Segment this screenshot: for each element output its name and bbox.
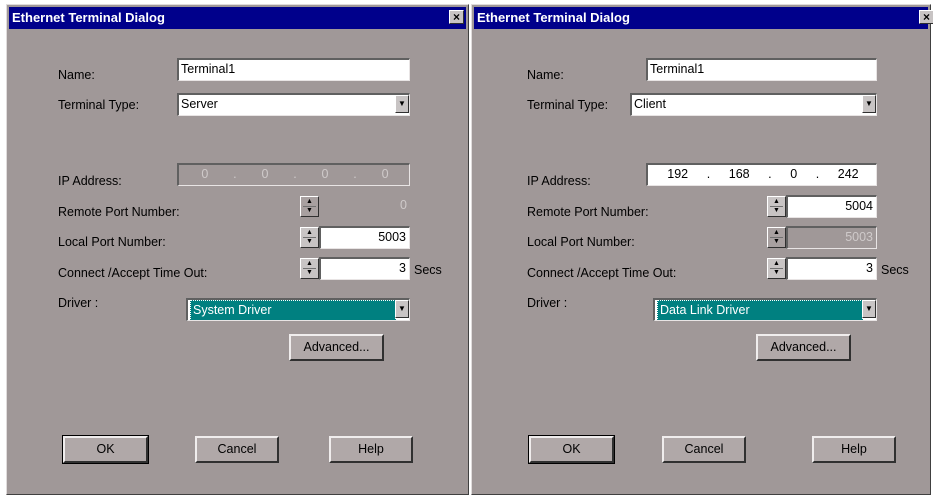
advanced-button[interactable]: Advanced... [756,334,851,361]
driver-value: Data Link Driver [657,300,863,320]
driver-select[interactable]: System Driver ▼ [186,298,410,321]
driver-label: Driver : [527,296,568,310]
timeout-spinner[interactable]: ▲ ▼ [767,258,786,279]
timeout-label: Connect /Accept Time Out: [58,266,208,280]
remote-port-label: Remote Port Number: [58,205,180,219]
ip-octet-2[interactable]: 168 [729,165,750,184]
ip-octet-4: 0 [381,167,389,181]
spin-down-icon: ▼ [306,207,313,214]
close-button[interactable]: × [919,10,933,24]
spin-down-icon[interactable]: ▼ [303,238,316,246]
ip-octet-3[interactable]: 0 [790,165,797,184]
name-field[interactable]: Terminal1 [646,58,877,81]
ip-address-field[interactable]: 192. 168. 0. 242 [646,163,877,186]
ethernet-terminal-dialog-server: Ethernet Terminal Dialog × Name: Termina… [6,4,469,495]
ip-address-label: IP Address: [527,174,591,188]
driver-label: Driver : [58,296,99,310]
remote-port-field: 0 [319,196,410,219]
ip-address-label: IP Address: [58,174,122,188]
remote-port-spinner[interactable]: ▲ ▼ [767,196,786,217]
chevron-down-icon[interactable]: ▼ [395,300,409,318]
cancel-button[interactable]: Cancel [195,436,279,463]
driver-value: System Driver [190,300,396,320]
ethernet-terminal-dialog-client: Ethernet Terminal Dialog × Name: Termina… [471,4,933,495]
ip-octet-3: 0 [321,167,329,181]
advanced-button[interactable]: Advanced... [289,334,384,361]
timeout-unit: Secs [881,263,909,277]
remote-port-spinner: ▲ ▼ [300,196,319,217]
chevron-down-icon[interactable]: ▼ [395,95,409,113]
spin-down-icon[interactable]: ▼ [770,269,783,277]
ip-octet-2: 0 [261,167,269,181]
remote-port-label: Remote Port Number: [527,205,649,219]
help-button[interactable]: Help [329,436,413,463]
ip-octet-4[interactable]: 242 [838,165,859,184]
title-bar[interactable]: Ethernet Terminal Dialog × [474,7,933,29]
help-button[interactable]: Help [812,436,896,463]
local-port-label: Local Port Number: [58,235,166,249]
terminal-type-value: Client [634,97,666,111]
local-port-label: Local Port Number: [527,235,635,249]
title-bar[interactable]: Ethernet Terminal Dialog × [9,7,466,29]
timeout-spinner[interactable]: ▲ ▼ [300,258,319,279]
local-port-field: 5003 [786,226,877,249]
spin-up-icon: ▲ [303,198,316,207]
spin-up-icon[interactable]: ▲ [770,260,783,269]
spin-up-icon[interactable]: ▲ [303,229,316,238]
chevron-down-icon[interactable]: ▼ [862,95,876,113]
terminal-type-select[interactable]: Client ▼ [630,93,877,116]
spin-down-icon[interactable]: ▼ [303,269,316,277]
name-field[interactable]: Terminal1 [177,58,410,81]
name-label: Name: [58,68,95,82]
chevron-down-icon[interactable]: ▼ [862,300,876,318]
terminal-type-select[interactable]: Server ▼ [177,93,410,116]
remote-port-field[interactable]: 5004 [786,195,877,218]
spin-up-icon[interactable]: ▲ [770,198,783,207]
driver-select[interactable]: Data Link Driver ▼ [653,298,877,321]
ip-address-field: 0. 0. 0. 0 [177,163,410,186]
timeout-field[interactable]: 3 [319,257,410,280]
spin-down-icon: ▼ [773,238,780,245]
terminal-type-label: Terminal Type: [527,98,609,112]
terminal-type-value: Server [181,97,218,111]
timeout-field[interactable]: 3 [786,257,877,280]
local-port-spinner: ▲ ▼ [767,227,786,248]
terminal-type-label: Terminal Type: [58,98,140,112]
name-label: Name: [527,68,564,82]
dialog-title: Ethernet Terminal Dialog [477,10,630,25]
spin-up-icon[interactable]: ▲ [303,260,316,269]
spin-down-icon[interactable]: ▼ [770,207,783,215]
ok-button[interactable]: OK [528,435,615,464]
local-port-spinner[interactable]: ▲ ▼ [300,227,319,248]
dialog-title: Ethernet Terminal Dialog [12,10,165,25]
local-port-field[interactable]: 5003 [319,226,410,249]
ip-octet-1: 0 [201,167,209,181]
timeout-unit: Secs [414,263,442,277]
ok-button[interactable]: OK [62,435,149,464]
ip-octet-1[interactable]: 192 [667,165,688,184]
timeout-label: Connect /Accept Time Out: [527,266,677,280]
spin-up-icon: ▲ [770,229,783,238]
close-button[interactable]: × [449,10,464,24]
cancel-button[interactable]: Cancel [662,436,746,463]
